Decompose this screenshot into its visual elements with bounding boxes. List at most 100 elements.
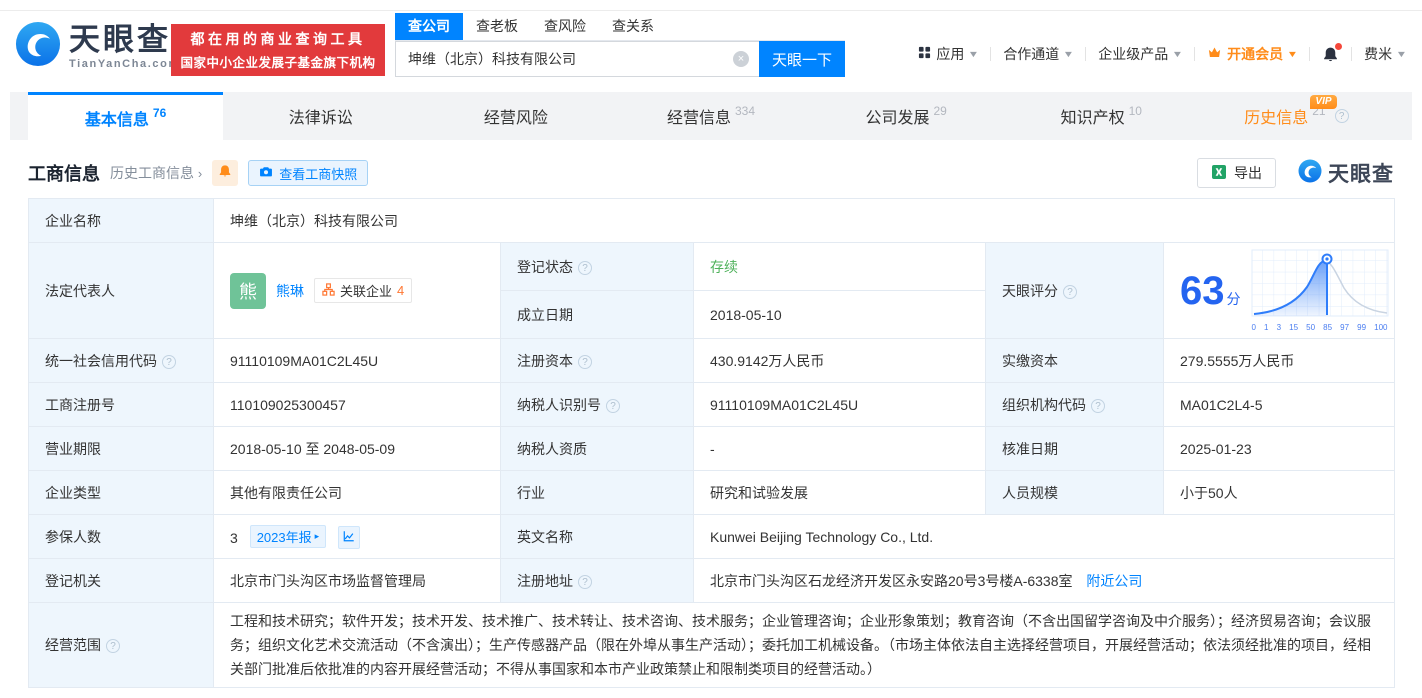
english-name-value: Kunwei Beijing Technology Co., Ltd. <box>694 515 1395 559</box>
legal-rep-name-link[interactable]: 熊琳 <box>276 281 304 301</box>
history-business-info-link[interactable]: 历史工商信息 › <box>110 163 202 183</box>
search-button[interactable]: 天眼一下 <box>759 41 845 77</box>
clear-search-icon[interactable]: × <box>733 51 749 67</box>
industry-value: 研究和试验发展 <box>694 471 986 515</box>
score-chart-axis: 01 315 5085 9799 100 <box>1251 323 1389 332</box>
reg-capital-value: 430.9142万人民币 <box>694 339 986 383</box>
related-companies-badge[interactable]: 关联企业 4 <box>314 278 412 303</box>
annual-report-badge[interactable]: 2023年报 ▸ <box>250 525 326 548</box>
search-tab-boss[interactable]: 查老板 <box>463 13 531 40</box>
help-icon[interactable]: ? <box>1091 399 1105 413</box>
business-info-table: 企业名称 坤维（北京）科技有限公司 法定代表人 熊 熊琳 <box>28 198 1395 688</box>
help-icon[interactable]: ? <box>606 399 620 413</box>
tab-operation-risk[interactable]: 经营风险 <box>418 92 613 140</box>
field-label: 企业名称 <box>29 199 214 243</box>
top-navigation: 应用 ▼ 合作通道 ▼ 企业级产品 ▼ 开通会员 ▼ <box>918 44 1406 64</box>
trend-chart-button[interactable] <box>338 526 360 549</box>
tianyancha-logo-icon <box>15 21 61 72</box>
banner-line1: 都在用的商业查询工具 <box>191 29 366 49</box>
help-icon[interactable]: ? <box>162 355 176 369</box>
search-tabs: 查公司 查老板 查风险 查关系 <box>395 13 845 41</box>
tab-intellectual-property[interactable]: 知识产权 10 <box>1004 92 1199 140</box>
field-label: 实缴资本 <box>986 339 1164 383</box>
logo-domain: TianYanCha.com <box>69 58 180 70</box>
field-label: 纳税人识别号? <box>501 383 694 427</box>
table-row: 企业类型 其他有限责任公司 行业 研究和试验发展 人员规模 小于50人 <box>29 471 1395 515</box>
tab-company-development[interactable]: 公司发展 29 <box>809 92 1004 140</box>
chevron-down-icon: ▼ <box>1287 49 1299 59</box>
score-distribution-chart: 01 315 5085 9799 100 <box>1251 249 1389 332</box>
help-icon[interactable]: ? <box>578 575 592 589</box>
field-label: 组织机构代码? <box>986 383 1164 427</box>
paid-capital-value: 279.5555万人民币 <box>1164 339 1395 383</box>
taxpayer-no-value: 91110109MA01C2L45U <box>694 383 986 427</box>
field-label: 法定代表人 <box>29 243 214 339</box>
approval-date-value: 2025-01-23 <box>1164 427 1395 471</box>
field-label: 工商注册号 <box>29 383 214 427</box>
export-button[interactable]: 导出 <box>1197 158 1276 188</box>
search-tab-relation[interactable]: 查关系 <box>599 13 667 40</box>
help-icon[interactable]: ? <box>578 355 592 369</box>
excel-icon <box>1211 164 1227 183</box>
nearby-companies-link[interactable]: 附近公司 <box>1086 573 1142 589</box>
chevron-right-icon: ▸ <box>315 531 320 542</box>
field-label: 人员规模 <box>986 471 1164 515</box>
field-label: 经营范围? <box>29 603 214 688</box>
notification-dot <box>1335 43 1342 50</box>
nav-user-menu[interactable]: 费米 ▼ <box>1364 44 1406 64</box>
staff-size-value: 小于50人 <box>1164 471 1395 515</box>
table-row: 参保人数 3 2023年报 ▸ <box>29 515 1395 559</box>
username: 费米 <box>1364 44 1392 64</box>
search-area: 查公司 查老板 查风险 查关系 × 天眼一下 <box>395 13 845 77</box>
company-tab-bar: 基本信息 76 法律诉讼 经营风险 经营信息 334 公司发展 29 知识产权 … <box>10 92 1412 140</box>
logo-text: 天眼查 <box>69 24 180 55</box>
field-label: 登记状态? <box>501 243 694 291</box>
help-icon[interactable]: ? <box>578 261 592 275</box>
field-label: 注册地址? <box>501 559 694 603</box>
field-label: 成立日期 <box>501 291 694 339</box>
site-logo[interactable]: 天眼查 TianYanCha.com <box>15 21 180 72</box>
camera-icon <box>259 165 273 182</box>
field-label: 天眼评分? <box>986 243 1164 339</box>
legal-rep-cell: 熊 熊琳 关联企业 4 <box>214 243 501 339</box>
table-row: 企业名称 坤维（北京）科技有限公司 <box>29 199 1395 243</box>
legal-rep-avatar[interactable]: 熊 <box>230 273 266 309</box>
tab-history-info[interactable]: 历史信息 21 ? VIP <box>1199 92 1394 140</box>
table-row: 工商注册号 110109025300457 纳税人识别号? 91110109MA… <box>29 383 1395 427</box>
reg-no-value: 110109025300457 <box>214 383 501 427</box>
table-row: 统一社会信用代码? 91110109MA01C2L45U 注册资本? 430.9… <box>29 339 1395 383</box>
reg-address-cell: 北京市门头沟区石龙经济开发区永安路20号3号楼A-6338室 附近公司 <box>694 559 1395 603</box>
table-row: 登记机关 北京市门头沟区市场监督管理局 注册地址? 北京市门头沟区石龙经济开发区… <box>29 559 1395 603</box>
nav-enterprise[interactable]: 企业级产品 ▼ <box>1098 44 1182 64</box>
help-icon[interactable]: ? <box>1063 285 1077 299</box>
search-tab-company[interactable]: 查公司 <box>395 13 463 40</box>
taxpayer-qual-value: - <box>694 427 986 471</box>
reg-authority-value: 北京市门头沟区市场监督管理局 <box>214 559 501 603</box>
business-scope-value: 工程和技术研究；软件开发；技术开发、技术推广、技术转让、技术咨询、技术服务；企业… <box>214 603 1395 688</box>
table-row: 营业期限 2018-05-10 至 2048-05-09 纳税人资质 - 核准日… <box>29 427 1395 471</box>
tab-operation-info[interactable]: 经营信息 334 <box>613 92 808 140</box>
help-icon[interactable]: ? <box>1335 109 1349 123</box>
company-type-value: 其他有限责任公司 <box>214 471 501 515</box>
search-tab-risk[interactable]: 查风险 <box>531 13 599 40</box>
nav-partner[interactable]: 合作通道 ▼ <box>1003 44 1073 64</box>
tab-legal-proceedings[interactable]: 法律诉讼 <box>223 92 418 140</box>
notifications-bell[interactable] <box>1322 46 1339 63</box>
view-business-snapshot-button[interactable]: 查看工商快照 <box>248 160 368 186</box>
search-input[interactable] <box>395 41 759 77</box>
business-info-section-header: 工商信息 历史工商信息 › 查看工商快照 <box>28 154 1394 192</box>
help-icon[interactable]: ? <box>106 639 120 653</box>
score-cell: 63分 <box>1164 243 1395 339</box>
business-term-value: 2018-05-10 至 2048-05-09 <box>214 427 501 471</box>
establish-date-value: 2018-05-10 <box>694 291 986 339</box>
table-row: 经营范围? 工程和技术研究；软件开发；技术开发、技术推广、技术转让、技术咨询、技… <box>29 603 1395 688</box>
org-code-value: MA01C2L4-5 <box>1164 383 1395 427</box>
tab-basic-info[interactable]: 基本信息 76 <box>28 92 223 140</box>
tianyancha-logo-icon <box>1298 159 1322 188</box>
field-label: 参保人数 <box>29 515 214 559</box>
nav-open-vip[interactable]: 开通会员 ▼ <box>1207 44 1297 64</box>
vip-badge: VIP <box>1310 95 1336 109</box>
nav-apps[interactable]: 应用 ▼ <box>918 44 978 64</box>
monitor-bell-button[interactable] <box>212 160 238 186</box>
company-name-value: 坤维（北京）科技有限公司 <box>214 199 1395 243</box>
